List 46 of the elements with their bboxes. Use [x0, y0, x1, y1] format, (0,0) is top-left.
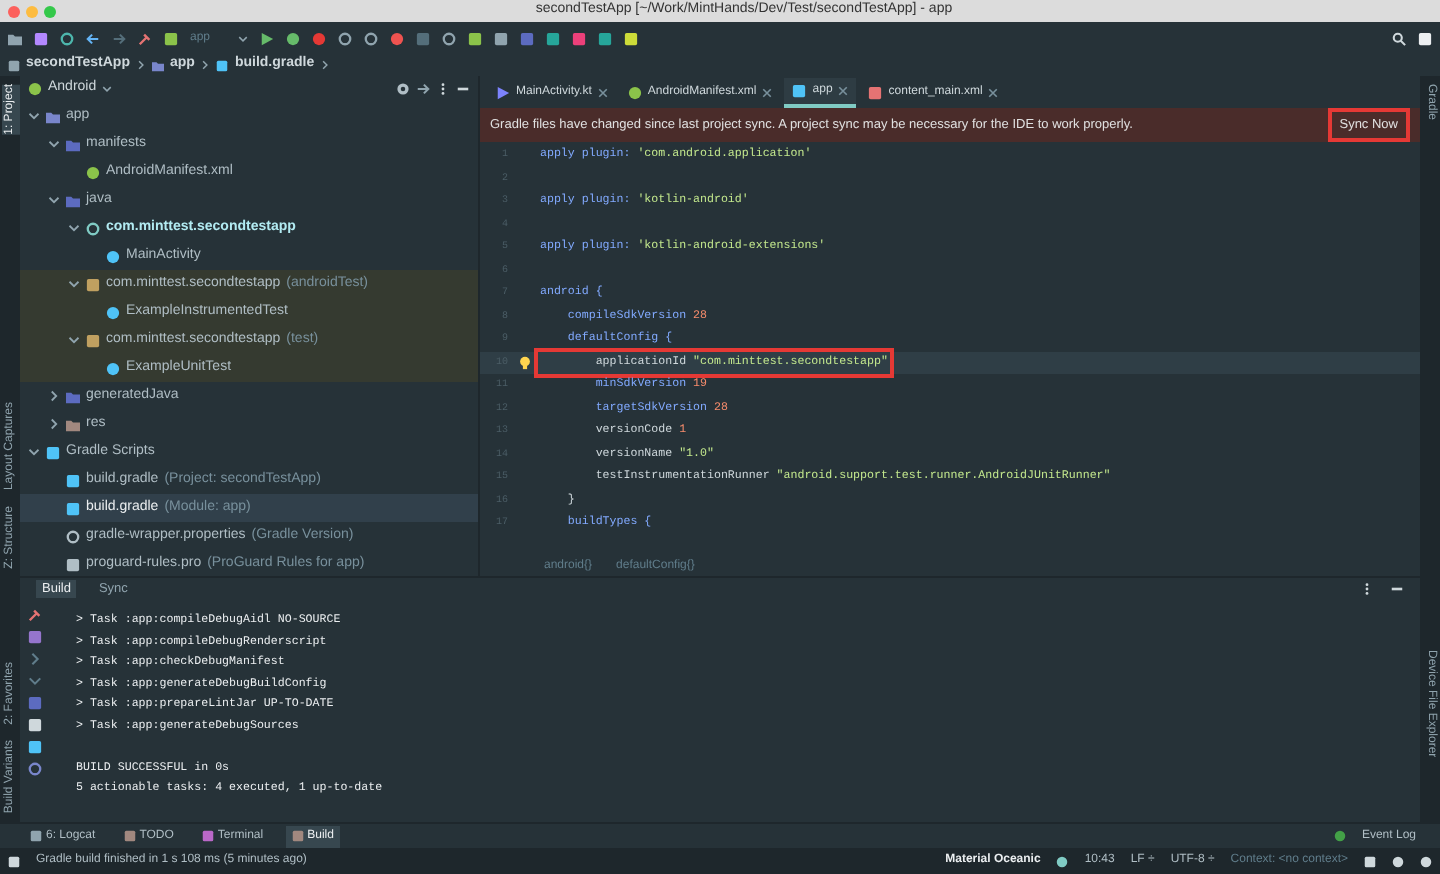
chevron-right-icon	[200, 60, 211, 70]
chevron-down-icon	[68, 222, 80, 234]
chevron-down-icon	[68, 278, 80, 290]
hammer-icon	[27, 608, 41, 622]
chevron-right-icon	[48, 390, 60, 402]
chevron-down-icon	[28, 446, 40, 458]
gear-icon	[396, 82, 410, 96]
chevron-down-icon	[48, 194, 60, 206]
close-icon[interactable]	[597, 88, 608, 98]
run-icon	[260, 31, 275, 45]
chevron-right-icon	[136, 60, 146, 70]
collapse-icon	[416, 82, 430, 96]
folder-icon	[8, 31, 22, 45]
chevron-down-icon	[238, 33, 249, 43]
lightbulb-icon	[517, 355, 531, 370]
hammer-icon	[138, 31, 152, 45]
folder-icon	[66, 193, 80, 207]
chevron-down-icon	[48, 138, 60, 150]
theme-icon	[1056, 855, 1069, 867]
close-icon[interactable]	[838, 86, 849, 96]
minimize-icon	[456, 82, 470, 96]
stop-circle-icon	[312, 31, 327, 45]
package-icon	[86, 277, 100, 291]
chevron-right-icon	[48, 418, 60, 430]
chevron-down-icon	[68, 334, 80, 346]
close-icon[interactable]	[988, 88, 999, 98]
kotlin-icon	[496, 86, 510, 100]
folder-icon	[152, 59, 164, 71]
close-icon[interactable]	[762, 88, 773, 98]
more-icon	[1360, 582, 1374, 596]
package-icon	[86, 221, 100, 235]
save-icon	[34, 31, 48, 45]
close-window-button[interactable]	[8, 5, 20, 17]
forward-arrow-icon	[112, 31, 126, 45]
event-log-icon	[1333, 830, 1346, 842]
chevron-right-icon	[320, 60, 331, 70]
chevron-down-icon	[28, 110, 40, 122]
package-icon	[86, 333, 100, 347]
search-icon	[1392, 31, 1406, 45]
minimize-icon	[1390, 582, 1404, 596]
class-icon	[106, 305, 120, 319]
more-icon	[436, 82, 450, 96]
class-icon	[106, 361, 120, 375]
class-icon	[106, 249, 120, 263]
chevron-down-icon	[102, 84, 113, 94]
back-arrow-icon	[86, 31, 100, 45]
